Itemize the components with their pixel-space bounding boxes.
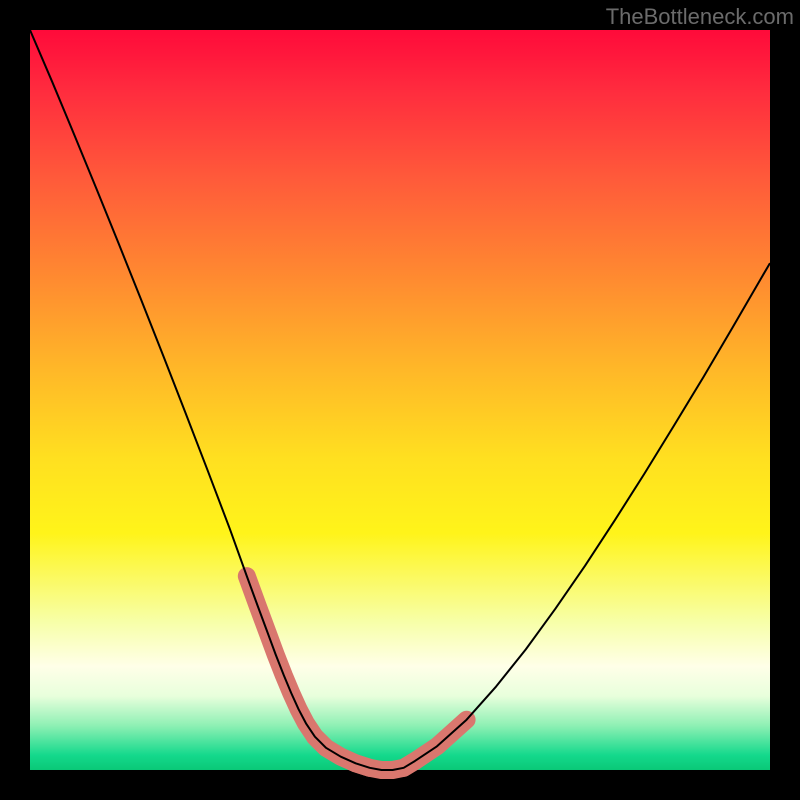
plot-background — [30, 30, 770, 770]
chart-frame: TheBottleneck.com — [0, 0, 800, 800]
brand-watermark: TheBottleneck.com — [606, 4, 794, 30]
